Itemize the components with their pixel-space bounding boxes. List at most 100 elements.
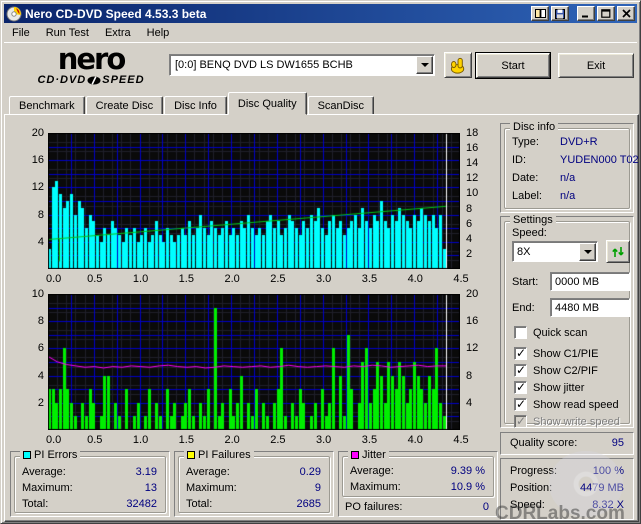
- cdrlabs-watermark: CDRLabs.com: [495, 503, 625, 524]
- end-field-label: End:: [512, 302, 535, 314]
- drive-select-arrow[interactable]: [416, 56, 433, 74]
- save-image-button[interactable]: [551, 6, 569, 21]
- y-axis-tick: 6: [37, 342, 44, 355]
- y-axis-tick: 8: [37, 208, 44, 221]
- start-field-label: Start:: [512, 276, 539, 288]
- disc-info-label: Type:: [512, 136, 539, 148]
- menu-run-test[interactable]: Run Test: [38, 25, 97, 41]
- y2-axis-tick: 18: [466, 127, 479, 139]
- eject-tray-button[interactable]: [444, 52, 472, 78]
- menu-help[interactable]: Help: [139, 25, 178, 41]
- settings-title: Settings: [513, 214, 553, 226]
- disc-info-label: ID:: [512, 154, 527, 166]
- y-axis-tick: 20: [31, 127, 44, 139]
- tab-disc-quality[interactable]: Disc Quality: [227, 92, 307, 115]
- end-position-value: 4480 MB: [555, 301, 600, 314]
- drive-select[interactable]: [0:0] BENQ DVD LS DW1655 BCHB: [169, 54, 435, 76]
- speed-select[interactable]: 8X: [512, 241, 598, 262]
- po-failures-value: 0: [482, 501, 489, 513]
- pi-failures-groupbox: PI Failures Average: 0.29 Maximum: 9 Total…: [178, 449, 330, 513]
- disc-info-title: Disc info: [513, 121, 556, 133]
- y2-axis-tick: 10: [466, 187, 479, 200]
- x-axis-tick: 1.5: [178, 434, 194, 446]
- nero-logo-disc-icon: [87, 76, 101, 85]
- jitter-groupbox: Jitter Average: 9.39 % Maximum: 10.9 %: [342, 449, 494, 497]
- stat-label: Average:: [22, 466, 66, 478]
- checkbox-icon: [514, 397, 527, 411]
- show-c2-pif-checkbox[interactable]: Show C2/PIF: [514, 363, 598, 377]
- stat-label: Average:: [186, 466, 230, 478]
- jitter-title: Jitter: [362, 449, 386, 461]
- disc-label-value: n/a: [560, 190, 576, 202]
- chevron-down-icon: [420, 63, 429, 67]
- pi-errors-plot: [48, 133, 460, 269]
- stat-label: Total:: [22, 498, 49, 510]
- start-position-input[interactable]: 0000 MB: [550, 272, 630, 291]
- y2-axis-tick: 12: [466, 342, 479, 355]
- quick-scan-checkbox[interactable]: Quick scan: [514, 326, 587, 339]
- start-button[interactable]: Start: [475, 52, 551, 79]
- quality-score-label: Quality score:: [510, 437, 578, 449]
- disc-info-panel: Disc info Type: DVD+R ID: YUDEN000 T02 Dat…: [500, 121, 639, 213]
- end-position-input[interactable]: 4480 MB: [550, 298, 630, 317]
- tab-label: ScanDisc: [317, 99, 365, 112]
- tab-create-disc[interactable]: Create Disc: [85, 96, 164, 115]
- stat-value: 13: [144, 482, 157, 494]
- menu-file[interactable]: File: [4, 25, 38, 41]
- start-position-value: 0000 MB: [555, 275, 600, 288]
- disc-info-groupbox: Disc info Type: DVD+R ID: YUDEN000 T02 Dat…: [504, 121, 639, 209]
- pi-failures-title: PI Failures: [198, 449, 251, 461]
- show-c1-pie-checkbox[interactable]: Show C1/PIE: [514, 346, 599, 360]
- x-axis-tick: 4.5: [453, 434, 469, 446]
- x-axis-tick: 3.5: [361, 434, 378, 446]
- speed-select-arrow[interactable]: [579, 242, 596, 261]
- refresh-arrows-icon: [612, 246, 624, 257]
- help-book-button[interactable]: [531, 6, 549, 21]
- tab-benchmark[interactable]: Benchmark: [9, 96, 85, 115]
- minimize-button[interactable]: [577, 6, 595, 21]
- pi-errors-groupbox: PI Errors Average: 3.19 Maximum: 13 Total:…: [14, 449, 166, 513]
- pi-errors-swatch: [23, 451, 31, 459]
- nero-logo-cddvd: CD·DVD: [37, 74, 87, 86]
- stat-value: 0.29: [299, 466, 321, 478]
- y2-axis-tick: 2: [466, 247, 473, 260]
- x-axis-tick: 1.0: [132, 273, 149, 285]
- settings-groupbox: Settings Speed: 8X Start: 0000 MB End: 4…: [504, 214, 630, 428]
- y-axis-tick: 8: [37, 315, 44, 328]
- stat-label: Maximum:: [186, 482, 237, 494]
- exit-button[interactable]: Exit: [558, 53, 634, 78]
- start-button-label: Start: [501, 59, 525, 72]
- tab-scandisc[interactable]: ScanDisc: [307, 96, 375, 115]
- show-read-speed-checkbox[interactable]: Show read speed: [514, 397, 619, 411]
- y2-axis-tick: 4: [466, 232, 473, 245]
- tab-disc-info[interactable]: Disc Info: [164, 96, 227, 115]
- y2-axis-tick: 16: [466, 315, 479, 328]
- tab-strip: Benchmark Create Disc Disc Info Disc Qua…: [9, 92, 375, 115]
- checkbox-label: Show jitter: [533, 381, 585, 394]
- x-axis-tick: 4.0: [407, 273, 423, 285]
- checkbox-icon: [514, 380, 527, 394]
- y2-axis-tick: 8: [466, 369, 473, 382]
- drive-select-value: [0:0] BENQ DVD LS DW1655 BCHB: [175, 59, 353, 71]
- y-axis-tick: 16: [31, 154, 44, 167]
- checkbox-label: Show C1/PIE: [533, 347, 599, 360]
- x-axis-tick: 3.0: [316, 273, 332, 285]
- disc-quality-page: 4 8 12 16 20 2 4 6 8 10 12 14 16 18 0.0 0.5 1.0 1.5 2.0 2.5…: [4, 114, 639, 522]
- stat-label: Maximum:: [22, 482, 73, 494]
- maximize-button[interactable]: [597, 6, 615, 21]
- x-axis-tick: 0.5: [87, 273, 103, 285]
- x-axis-tick: 2.0: [224, 434, 240, 446]
- y-axis-tick: 10: [31, 288, 44, 300]
- y2-axis-tick: 4: [466, 396, 473, 409]
- stat-value: 32482: [126, 498, 157, 510]
- close-button[interactable]: [617, 6, 635, 21]
- disc-info-label: Date:: [512, 172, 539, 184]
- checkbox-icon: [514, 326, 527, 339]
- x-axis-tick: 4.5: [453, 273, 469, 285]
- menu-extra[interactable]: Extra: [97, 25, 139, 41]
- y-axis-tick: 2: [37, 396, 44, 409]
- nero-logo-speed: SPEED: [102, 74, 145, 86]
- show-jitter-checkbox[interactable]: Show jitter: [514, 380, 585, 394]
- pi-failures-swatch: [187, 451, 195, 459]
- refresh-speeds-button[interactable]: [606, 240, 630, 263]
